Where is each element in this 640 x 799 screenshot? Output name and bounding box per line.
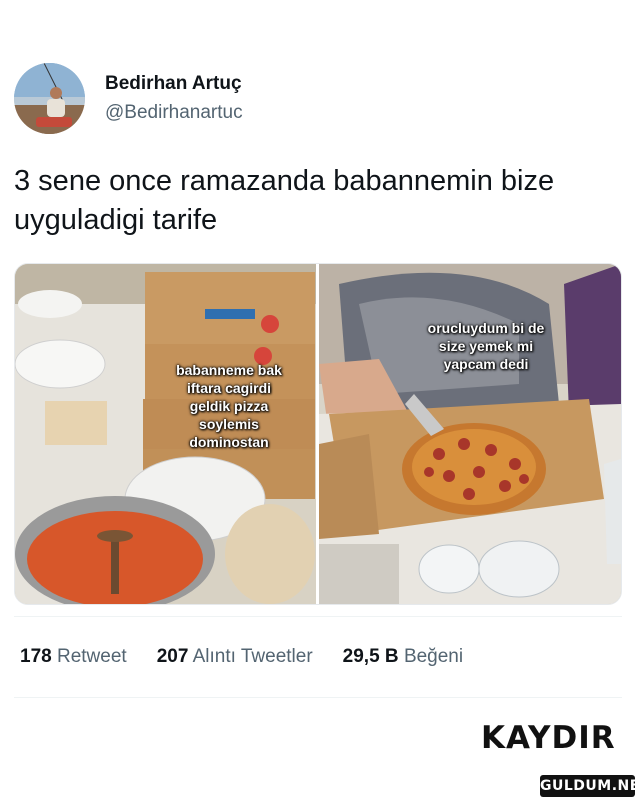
photo-pizza[interactable]: orucluydum bi de size yemek mi yapcam de… bbox=[319, 264, 621, 604]
display-name[interactable]: Bedirhan Artuç bbox=[105, 73, 242, 95]
photo-pizza-boxes[interactable]: babanneme bak iftara cagirdi geldik pizz… bbox=[15, 264, 316, 604]
quote-count: 207 bbox=[156, 646, 189, 667]
quote-label: Alıntı Tweetler bbox=[192, 646, 313, 667]
divider bbox=[14, 616, 622, 617]
tweet-stats: 178 Retweet 207 Alıntı Tweetler 29,5 B B… bbox=[20, 646, 493, 668]
avatar-image bbox=[14, 63, 85, 134]
tweet-text: 3 sene once ramazanda babannemin bize uy… bbox=[14, 165, 555, 236]
scroll-label: KAYDIR bbox=[481, 720, 616, 756]
retweet-label: Retweet bbox=[56, 646, 127, 667]
like-stat[interactable]: 29,5 B Beğeni bbox=[343, 646, 463, 668]
like-label: Beğeni bbox=[403, 646, 464, 667]
like-count: 29,5 B bbox=[342, 646, 399, 667]
quote-stat[interactable]: 207 Alıntı Tweetler bbox=[157, 646, 313, 668]
photo-pizza-image bbox=[319, 264, 621, 604]
retweet-count: 178 bbox=[20, 646, 52, 667]
avatar[interactable] bbox=[14, 63, 85, 134]
divider bbox=[14, 697, 622, 698]
right-photo-caption: orucluydum bi de size yemek mi yapcam de… bbox=[427, 320, 545, 372]
left-photo-caption: babanneme bak iftara cagirdi geldik pizz… bbox=[176, 362, 282, 450]
site-watermark: GULDUM.NET bbox=[540, 775, 640, 797]
user-handle[interactable]: @Bedirhanartuc bbox=[105, 102, 243, 124]
tweet-media[interactable]: babanneme bak iftara cagirdi geldik pizz… bbox=[14, 263, 622, 605]
retweet-stat[interactable]: 178 Retweet bbox=[20, 646, 127, 668]
